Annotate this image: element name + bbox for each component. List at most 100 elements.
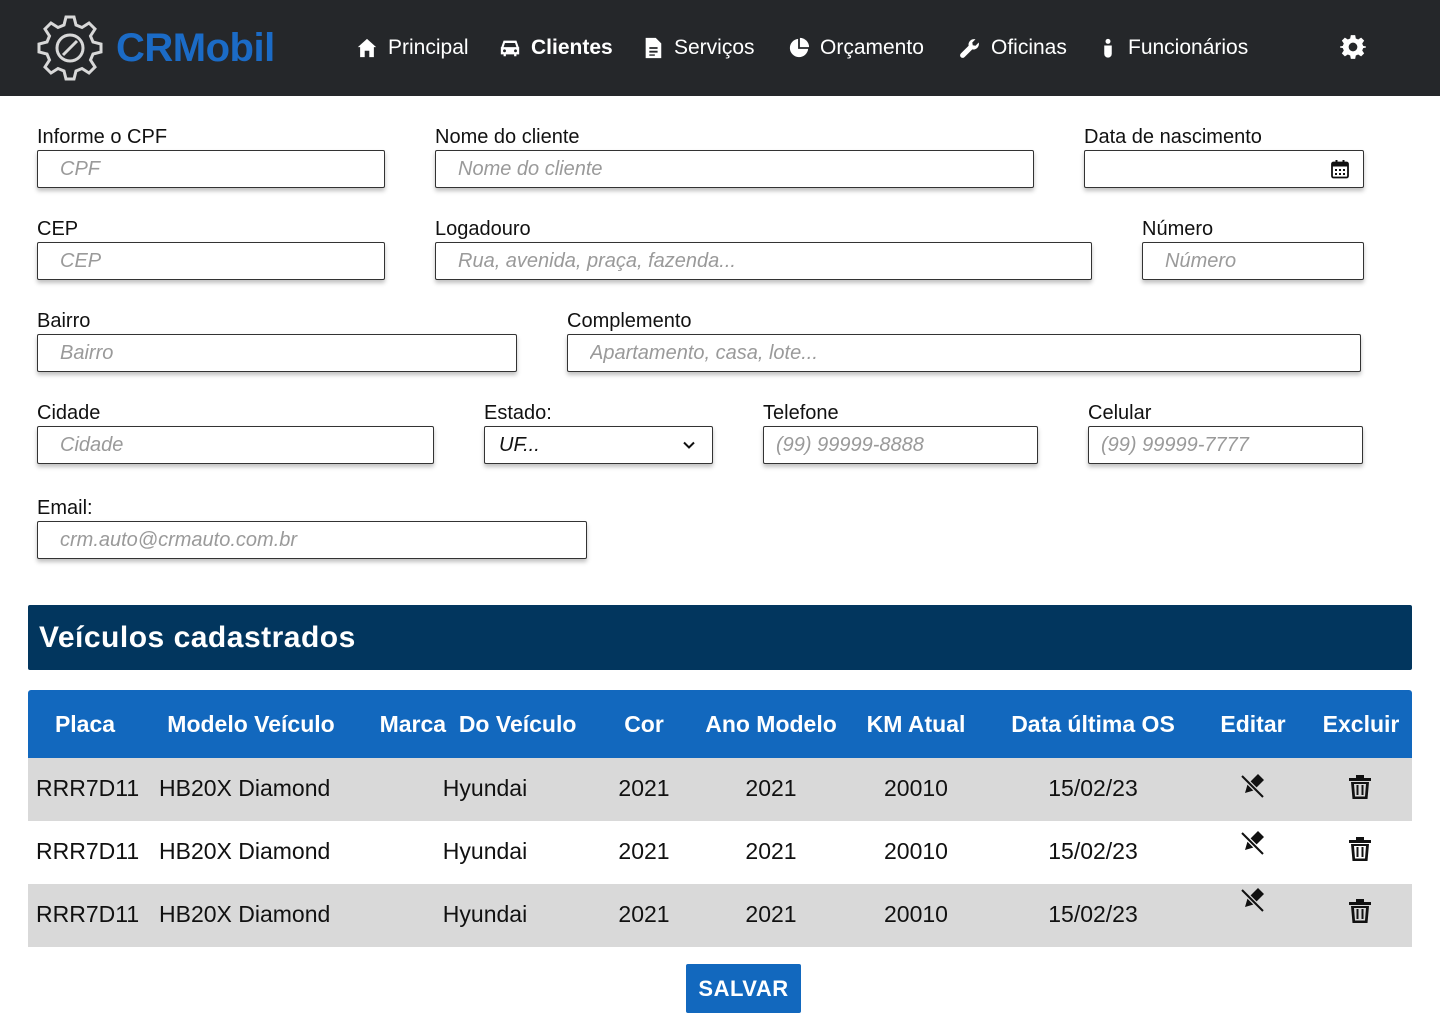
table-row: RRR7D11 HB20X Diamond Hyundai 2021 2021 … — [28, 758, 1412, 821]
cell-marca: Hyundai — [442, 901, 528, 927]
nascimento-field: Data de nascimento — [1084, 125, 1364, 188]
brand-logo[interactable]: CRMobil — [36, 14, 275, 82]
cell-km: 20010 — [884, 901, 948, 927]
cell-data-os: 15/02/23 — [1048, 901, 1138, 927]
edit-off-icon — [1240, 888, 1265, 913]
home-icon — [357, 38, 377, 58]
bairro-field: Bairro — [37, 309, 517, 372]
edit-off-icon — [1240, 774, 1265, 799]
car-icon — [500, 40, 520, 57]
nav-funcionarios[interactable]: Funcionários — [1098, 32, 1248, 64]
cell-placa: RRR7D11 — [36, 838, 140, 864]
cpf-input[interactable] — [37, 150, 385, 188]
logradouro-label: Logadouro — [435, 218, 531, 240]
cidade-label: Cidade — [37, 402, 101, 424]
trash-icon — [1349, 899, 1371, 923]
col-km: KM Atual — [866, 711, 966, 737]
person-icon — [1104, 38, 1112, 58]
cell-ano: 2021 — [745, 775, 797, 801]
numero-input[interactable] — [1142, 242, 1364, 280]
cell-modelo: HB20X Diamond — [159, 775, 331, 801]
table-header-row: Placa Modelo Veículo Marca Do Veículo Co… — [28, 690, 1412, 758]
vehicles-section-title: Veículos cadastrados — [39, 621, 356, 654]
trash-icon — [1349, 775, 1371, 799]
email-field: Email: — [37, 496, 587, 559]
nome-input[interactable] — [435, 150, 1034, 188]
cell-placa: RRR7D11 — [36, 775, 140, 801]
cell-ano: 2021 — [745, 838, 797, 864]
email-input[interactable] — [37, 521, 587, 559]
gear-icon — [1340, 35, 1366, 59]
delete-button[interactable] — [1346, 897, 1374, 930]
cidade-field: Cidade — [37, 401, 434, 464]
cell-data-os: 15/02/23 — [1048, 838, 1138, 864]
document-icon — [645, 37, 662, 59]
nav-label: Oficinas — [991, 36, 1067, 59]
numero-label: Número — [1142, 218, 1214, 240]
telefone-input[interactable] — [763, 426, 1038, 464]
cpf-field: Informe o CPF — [37, 125, 385, 188]
bairro-label: Bairro — [37, 310, 91, 332]
nascimento-label: Data de nascimento — [1084, 126, 1262, 148]
nav-oficinas[interactable]: Oficinas — [959, 32, 1067, 64]
nav-label: Serviços — [674, 36, 755, 59]
cell-modelo: HB20X Diamond — [159, 901, 331, 927]
nome-label: Nome do cliente — [435, 126, 580, 148]
cell-ano: 2021 — [745, 901, 797, 927]
nav-label: Principal — [388, 36, 469, 59]
logradouro-field: Logadouro — [435, 217, 1092, 280]
estado-label: Estado: — [484, 402, 552, 424]
pie-chart-icon — [789, 37, 810, 58]
bairro-input[interactable] — [37, 334, 517, 372]
nav-orcamento[interactable]: Orçamento — [788, 32, 924, 64]
celular-label: Celular — [1088, 402, 1152, 424]
celular-input[interactable] — [1088, 426, 1363, 464]
cep-label: CEP — [37, 218, 79, 240]
telefone-label: Telefone — [763, 402, 839, 424]
table-row: RRR7D11 HB20X Diamond Hyundai 2021 2021 … — [28, 821, 1412, 884]
vehicles-section-header: Veículos cadastrados — [28, 605, 1412, 670]
nav-label: Orçamento — [820, 36, 924, 59]
complemento-field: Complemento — [567, 309, 1361, 372]
save-button[interactable]: SALVAR — [686, 964, 801, 1013]
celular-field: Celular — [1088, 401, 1363, 464]
cell-cor: 2021 — [618, 775, 670, 801]
brand-name: CRMobil — [116, 25, 275, 70]
nav-servicos[interactable]: Serviços — [642, 32, 755, 64]
cell-placa: RRR7D11 — [36, 901, 140, 927]
estado-value: UF... — [499, 433, 540, 456]
nav-principal[interactable]: Principal — [356, 32, 469, 64]
col-modelo: Modelo Veículo — [167, 711, 335, 737]
estado-field: Estado: UF... — [484, 401, 713, 464]
edit-button[interactable] — [1239, 828, 1267, 861]
gear-wrench-logo-icon — [37, 15, 103, 81]
cell-marca: Hyundai — [442, 775, 528, 801]
delete-button[interactable] — [1346, 773, 1374, 806]
cep-input[interactable] — [37, 242, 385, 280]
complemento-input[interactable] — [567, 334, 1361, 372]
edit-button[interactable] — [1239, 885, 1267, 918]
settings-button[interactable] — [1340, 34, 1366, 60]
nav-label: Funcionários — [1128, 36, 1249, 59]
nav-clientes[interactable]: Clientes — [499, 32, 613, 64]
nome-field: Nome do cliente — [435, 125, 1034, 188]
nav-label: Clientes — [531, 36, 613, 59]
col-editar: Editar — [1220, 711, 1286, 737]
calendar-icon[interactable] — [1330, 159, 1350, 179]
cell-cor: 2021 — [618, 901, 670, 927]
email-label: Email: — [37, 497, 93, 519]
complemento-label: Complemento — [567, 310, 692, 332]
telefone-field: Telefone — [763, 401, 1038, 464]
table-row: RRR7D11 HB20X Diamond Hyundai 2021 2021 … — [28, 884, 1412, 947]
cell-modelo: HB20X Diamond — [159, 838, 331, 864]
logradouro-input[interactable] — [435, 242, 1092, 280]
trash-icon — [1349, 837, 1371, 861]
edit-button[interactable] — [1239, 771, 1267, 804]
nascimento-input[interactable] — [1084, 150, 1364, 188]
col-marca: Marca Do Veículo — [379, 711, 577, 737]
delete-button[interactable] — [1346, 835, 1374, 868]
estado-select[interactable]: UF... — [484, 426, 713, 464]
col-cor: Cor — [624, 711, 664, 737]
col-placa: Placa — [54, 711, 116, 737]
cidade-input[interactable] — [37, 426, 434, 464]
